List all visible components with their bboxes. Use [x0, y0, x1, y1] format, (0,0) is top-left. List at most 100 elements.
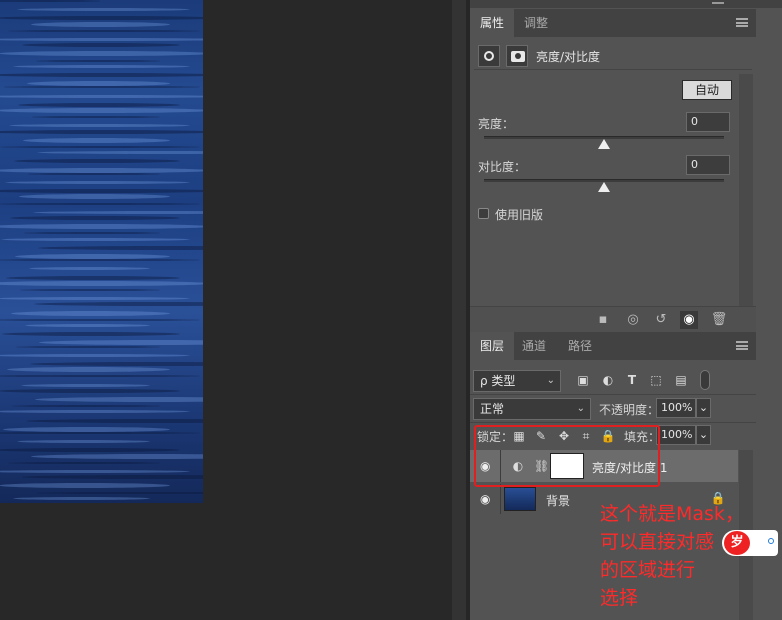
water-ripple: [7, 367, 170, 373]
properties-header: 亮度/对比度: [474, 42, 752, 70]
chevron-down-icon: ⌄: [546, 375, 555, 386]
water-ripple: [21, 383, 150, 387]
panel-menu-icon[interactable]: [736, 18, 748, 27]
blend-mode-value: 正常: [480, 402, 505, 416]
opacity-label: 不透明度：: [599, 403, 660, 417]
water-ripple: [39, 340, 203, 346]
water-ripple: [0, 375, 200, 378]
tab-adjustments[interactable]: 调整: [514, 9, 558, 37]
use-legacy-checkbox[interactable]: [478, 208, 489, 219]
water-ripple: [38, 245, 203, 250]
water-ripple: [8, 29, 200, 32]
water-ripple: [1, 237, 190, 241]
brightness-input[interactable]: 0: [686, 112, 730, 132]
properties-tabbar: 属性 调整: [470, 9, 756, 37]
tab-layers[interactable]: 图层: [470, 332, 515, 360]
properties-scrollbar[interactable]: [739, 74, 753, 306]
document-canvas[interactable]: [0, 0, 452, 620]
logo-mark-icon: 岁: [724, 531, 750, 555]
adjustment-filter-icon[interactable]: ◐: [600, 372, 616, 388]
annotation-highlight-box: [474, 425, 660, 487]
water-ripple: [36, 491, 203, 494]
water-ripple: [19, 194, 170, 200]
water-ripple: [0, 202, 200, 205]
water-ripple: [12, 405, 160, 408]
layer-mask-icon[interactable]: [506, 45, 528, 67]
water-ripple: [0, 448, 180, 453]
layers-menu-icon[interactable]: [736, 341, 748, 350]
water-ripple: [22, 43, 180, 48]
tab-paths[interactable]: 路径: [558, 332, 602, 360]
water-ripple: [0, 129, 203, 134]
water-ripple: [0, 280, 203, 286]
water-ripple: [23, 137, 170, 143]
contrast-label: 对比度：: [478, 160, 527, 174]
contrast-input[interactable]: 0: [686, 155, 730, 175]
layer-thumbnail[interactable]: [504, 487, 536, 511]
water-ripple: [20, 289, 160, 291]
water-ripple: [36, 59, 160, 62]
visibility-eye-icon[interactable]: ◉: [680, 311, 698, 329]
water-ripple: [4, 86, 200, 89]
filter-kind-value: ρ 类型: [480, 374, 516, 388]
water-ripple: [0, 51, 203, 57]
water-ripple: [0, 189, 203, 194]
auto-button[interactable]: 自动: [682, 80, 732, 100]
layers-tabbar: 图层 通道 路径: [470, 332, 756, 360]
water-ripple: [0, 224, 203, 230]
water-ripple: [28, 172, 160, 175]
layer-filter-select[interactable]: ρ 类型 ⌄: [473, 370, 561, 392]
ocean-water-image: [0, 0, 203, 503]
water-ripple: [29, 267, 150, 271]
water-ripple: [0, 483, 170, 489]
separator: [470, 394, 756, 395]
contrast-slider-thumb[interactable]: [598, 182, 610, 192]
view-previous-icon[interactable]: ◎: [624, 311, 642, 329]
water-ripple: [22, 475, 203, 480]
water-ripple: [0, 73, 203, 77]
water-ripple: [30, 362, 203, 366]
reset-icon[interactable]: ↺: [652, 311, 670, 329]
annotation-line: 这个就是Mask，: [600, 503, 744, 525]
text-filter-icon[interactable]: T: [624, 372, 640, 388]
fill-dropdown-icon[interactable]: ⌄: [696, 425, 711, 445]
water-ripple: [0, 318, 200, 321]
water-ripple: [17, 8, 190, 12]
water-ripple: [37, 151, 203, 155]
image-filter-icon[interactable]: ▣: [575, 372, 591, 388]
annotation-text: 这个就是Mask， 可以直接对感 的区域进行 选择: [600, 500, 770, 612]
blend-mode-select[interactable]: 正常 ⌄: [473, 398, 591, 420]
brightness-slider-thumb[interactable]: [598, 139, 610, 149]
water-ripple: [0, 167, 203, 173]
smart-object-filter-icon[interactable]: ▤: [673, 372, 689, 388]
water-ripple: [0, 0, 100, 2]
water-ripple: [0, 146, 200, 148]
clip-to-layer-icon[interactable]: ▪: [594, 311, 612, 329]
dock-gutter: [452, 0, 466, 620]
opacity-input[interactable]: 100%: [656, 398, 696, 418]
water-ripple: [16, 345, 160, 348]
collapse-icon[interactable]: [712, 0, 724, 4]
trash-icon[interactable]: 🗑: [710, 311, 728, 329]
filter-toggle-icon[interactable]: [700, 370, 710, 390]
water-ripple: [0, 297, 190, 301]
water-ripple: [0, 38, 203, 41]
water-ripple: [31, 453, 203, 459]
adjustment-title: 亮度/对比度: [536, 50, 601, 64]
water-ripple: [0, 259, 200, 262]
water-ripple: [0, 388, 180, 393]
fill-input[interactable]: 100%: [656, 425, 696, 445]
shape-filter-icon[interactable]: ⬚: [648, 372, 664, 388]
eye-icon[interactable]: ◉: [480, 492, 494, 506]
water-ripple: [0, 108, 203, 113]
water-ripple: [0, 470, 190, 473]
water-ripple: [14, 159, 180, 164]
water-ripple: [31, 21, 170, 27]
properties-footer: ▪ ◎ ↺ ◉ 🗑: [470, 306, 756, 332]
tab-properties[interactable]: 属性: [470, 9, 515, 37]
water-ripple: [13, 64, 190, 68]
opacity-dropdown-icon[interactable]: ⌄: [696, 398, 711, 418]
water-ripple: [17, 440, 150, 444]
tab-channels[interactable]: 通道: [512, 332, 556, 360]
brightness-adjustment-icon: [478, 45, 500, 67]
